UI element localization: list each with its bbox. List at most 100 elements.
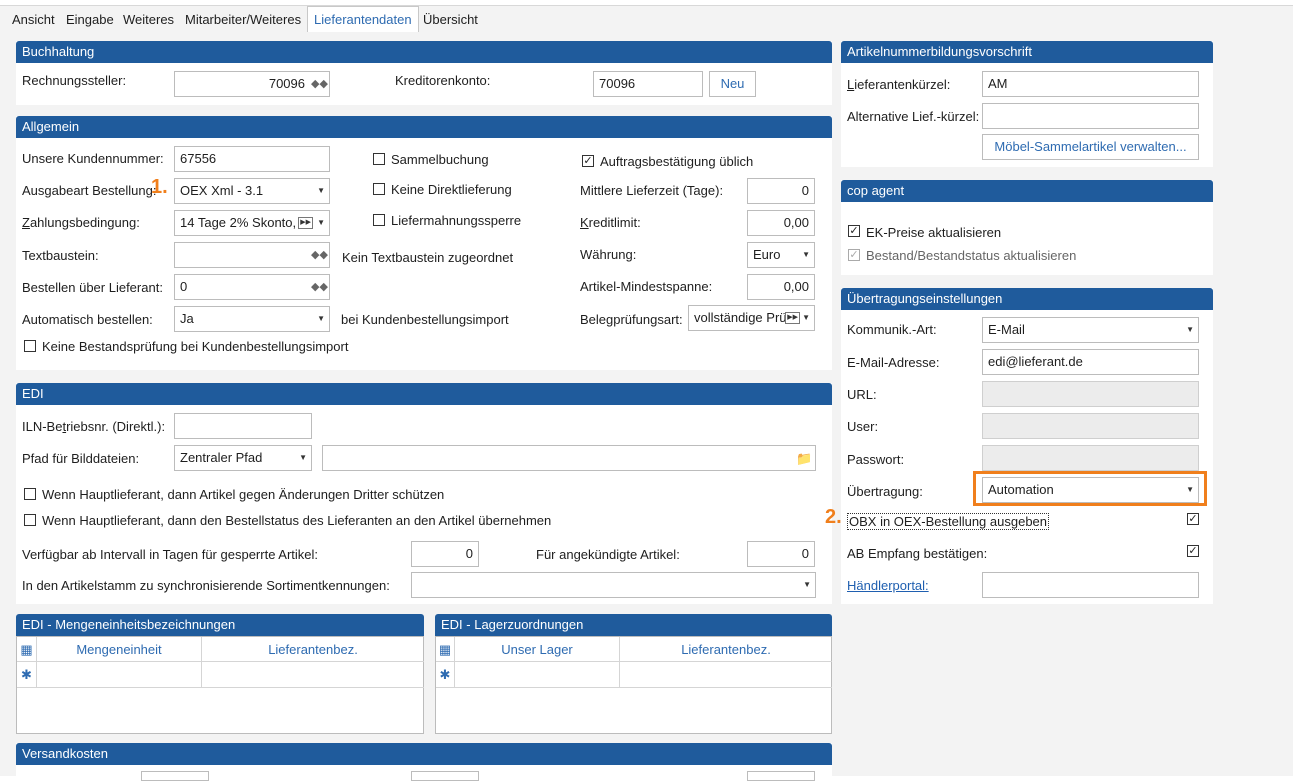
user-field xyxy=(982,413,1199,439)
keine-direktlieferung-checkbox[interactable] xyxy=(373,183,385,195)
folder-icon[interactable]: 📁 xyxy=(796,451,812,467)
auftragsbestaetigung-checkbox[interactable]: ✓ xyxy=(582,155,594,167)
obx-checkbox[interactable]: ✓ xyxy=(1187,513,1199,525)
belegpruefung-dropdown[interactable]: vollständige Prü ▶▶ ▼ xyxy=(688,305,815,331)
textbaustein-label: Textbaustein: xyxy=(22,248,99,263)
tab-lieferantendaten[interactable]: Lieferantendaten xyxy=(307,6,419,34)
kundennummer-field[interactable]: 67556 xyxy=(174,146,330,172)
sammelbuchung-label: Sammelbuchung xyxy=(391,152,489,167)
chevron-down-icon: ▼ xyxy=(317,314,325,323)
waehrung-dropdown[interactable]: Euro ▼ xyxy=(747,242,815,268)
automatisch-value: Ja xyxy=(180,311,194,326)
ab-empfang-label: AB Empfang bestätigen: xyxy=(847,546,988,561)
fast-forward-icon[interactable]: ▶▶ xyxy=(298,217,313,229)
sammelbuchung-checkbox[interactable] xyxy=(373,153,385,165)
new-row-icon[interactable]: ✱ xyxy=(17,662,37,688)
rechnungssteller-field[interactable]: 70096 xyxy=(174,71,330,97)
user-label: User: xyxy=(847,419,879,434)
ausgabeart-dropdown[interactable]: OEX Xml - 3.1 ▼ xyxy=(174,178,330,204)
pfad-dropdown[interactable]: Zentraler Pfad ▼ xyxy=(174,445,312,471)
lieferantenkuerzel-field[interactable]: AM xyxy=(982,71,1199,97)
iln-field[interactable] xyxy=(174,413,312,439)
angekuendigt-label: Für angekündigte Artikel: xyxy=(536,547,680,562)
allgemein-header: Allgemein xyxy=(16,116,832,138)
ab-empfang-checkbox[interactable]: ✓ xyxy=(1187,545,1199,557)
grid-settings-icon[interactable]: ▦ xyxy=(17,637,37,662)
textbaustein-field[interactable] xyxy=(174,242,330,268)
chevron-down-icon: ▼ xyxy=(802,250,810,259)
binoculars-icon[interactable]: ◆◆ xyxy=(311,280,328,293)
iln-label: ILN-Betriebsnr. (Direktl.): xyxy=(22,419,166,434)
artikelnummer-header: Artikelnummerbildungsvorschrift xyxy=(841,41,1213,63)
col-lieferantenbez[interactable]: Lieferantenbez. xyxy=(202,637,424,662)
bestand-checkbox: ✓ xyxy=(848,249,860,261)
pfad-path-field[interactable] xyxy=(322,445,816,471)
sortiment-label: In den Artikelstamm zu synchronisierende… xyxy=(22,578,390,593)
kundennummer-label: Unsere Kundennummer: xyxy=(22,151,164,166)
haendlerportal-link[interactable]: Händlerportal: xyxy=(847,578,929,593)
chevron-down-icon: ▼ xyxy=(317,186,325,195)
auftragsbestaetigung-label: Auftragsbestätigung üblich xyxy=(600,154,754,169)
haendlerportal-field[interactable] xyxy=(982,572,1199,598)
versand-header: Versandkosten xyxy=(16,743,832,765)
uebertragung-label: Übertragung: xyxy=(847,484,923,499)
tab-ansicht[interactable]: Ansicht xyxy=(12,12,55,27)
bestellen-ueber-field[interactable]: 0 xyxy=(174,274,330,300)
schuetzen-label: Wenn Hauptlieferant, dann Artikel gegen … xyxy=(42,487,445,502)
chevron-down-icon: ▼ xyxy=(802,313,810,322)
url-field xyxy=(982,381,1199,407)
zahlungsbedingung-dropdown[interactable]: 14 Tage 2% Skonto, ▶▶ ▼ xyxy=(174,210,330,236)
bestellstatus-label: Wenn Hauptlieferant, dann den Bestellsta… xyxy=(42,513,552,528)
binoculars-icon[interactable]: ◆◆ xyxy=(311,248,328,261)
new-row-icon[interactable]: ✱ xyxy=(436,662,455,688)
tab-weiteres[interactable]: Weiteres xyxy=(123,12,174,27)
angekuendigt-field[interactable]: 0 xyxy=(747,541,815,567)
mengeneinheiten-header: EDI - Mengeneinheitsbezeichnungen xyxy=(16,614,424,636)
col-mengeneinheit[interactable]: Mengeneinheit xyxy=(37,637,202,662)
pfad-value: Zentraler Pfad xyxy=(180,450,263,465)
col-lieferantenbez[interactable]: Lieferantenbez. xyxy=(620,637,832,662)
tab-uebersicht[interactable]: Übersicht xyxy=(423,12,478,27)
lieferantenkuerzel-label: Lieferantenkürzel: xyxy=(847,77,951,92)
bestellstatus-checkbox[interactable] xyxy=(24,514,36,526)
tab-bar: Ansicht Eingabe Weiteres Mitarbeiter/Wei… xyxy=(0,5,1293,34)
tab-mitarbeiter-weiteres[interactable]: Mitarbeiter/Weiteres xyxy=(185,12,301,27)
new-row-cell[interactable] xyxy=(202,662,424,688)
verfuegbar-field[interactable]: 0 xyxy=(411,541,479,567)
keine-bestandspruefung-checkbox[interactable] xyxy=(24,340,36,352)
kommunikation-dropdown[interactable]: E-Mail ▼ xyxy=(982,317,1199,343)
versand-field[interactable] xyxy=(411,771,479,781)
tab-eingabe[interactable]: Eingabe xyxy=(66,12,114,27)
liefermahnungssperre-checkbox[interactable] xyxy=(373,214,385,226)
versand-field[interactable] xyxy=(747,771,815,781)
new-row-cell[interactable] xyxy=(37,662,202,688)
mindestspanne-field[interactable]: 0,00 xyxy=(747,274,815,300)
new-row-cell[interactable] xyxy=(620,662,832,688)
neu-button[interactable]: Neu xyxy=(709,71,756,97)
automatisch-dropdown[interactable]: Ja ▼ xyxy=(174,306,330,332)
kommunikation-label: Kommunik.-Art: xyxy=(847,322,937,337)
new-row-cell[interactable] xyxy=(455,662,620,688)
keine-direktlieferung-label: Keine Direktlieferung xyxy=(391,182,512,197)
email-label: E-Mail-Adresse: xyxy=(847,355,940,370)
ausgabeart-value: OEX Xml - 3.1 xyxy=(180,183,264,198)
kreditlimit-field[interactable]: 0,00 xyxy=(747,210,815,236)
moebel-sammelartikel-button[interactable]: Möbel-Sammelartikel verwalten... xyxy=(982,134,1199,160)
col-unser-lager[interactable]: Unser Lager xyxy=(455,637,620,662)
sortiment-dropdown[interactable]: ▼ xyxy=(411,572,816,598)
binoculars-icon[interactable]: ◆◆ xyxy=(311,77,328,90)
passwort-label: Passwort: xyxy=(847,452,905,467)
keine-bestandspruefung-label: Keine Bestandsprüfung bei Kundenbestellu… xyxy=(42,339,349,354)
fast-forward-icon[interactable]: ▶▶ xyxy=(785,312,800,324)
kommunikation-value: E-Mail xyxy=(988,322,1025,337)
grid-settings-icon[interactable]: ▦ xyxy=(436,637,455,662)
lieferzeit-field[interactable]: 0 xyxy=(747,178,815,204)
versand-field[interactable] xyxy=(141,771,209,781)
schuetzen-checkbox[interactable] xyxy=(24,488,36,500)
email-field[interactable]: edi@lieferant.de xyxy=(982,349,1199,375)
obx-label: OBX in OEX-Bestellung ausgeben xyxy=(847,513,1050,530)
liefermahnungssperre-label: Liefermahnungssperre xyxy=(391,213,522,228)
alt-kuerzel-field[interactable] xyxy=(982,103,1199,129)
ek-preise-checkbox[interactable]: ✓ xyxy=(848,225,860,237)
kreditorenkonto-field[interactable]: 70096 xyxy=(593,71,703,97)
